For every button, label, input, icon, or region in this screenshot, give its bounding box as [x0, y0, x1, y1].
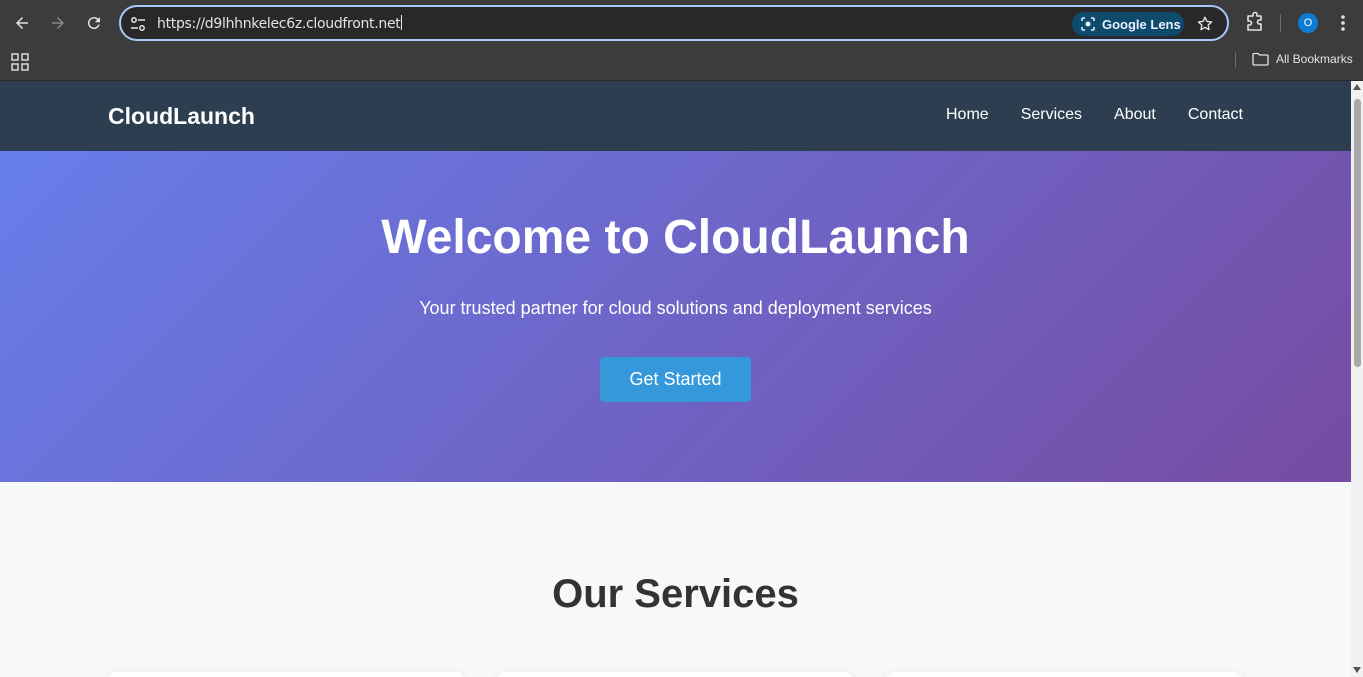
hero-subtitle: Your trusted partner for cloud solutions… — [419, 298, 932, 318]
reload-button[interactable] — [79, 8, 109, 38]
back-button[interactable] — [7, 8, 37, 38]
browser-menu-button[interactable] — [1333, 13, 1353, 33]
arrow-left-icon — [16, 17, 28, 29]
all-bookmarks-button[interactable]: All Bookmarks — [1252, 52, 1353, 66]
service-card — [886, 672, 1242, 677]
nav-link-services[interactable]: Services — [1021, 106, 1082, 124]
all-bookmarks-label: All Bookmarks — [1276, 52, 1353, 66]
site-logo[interactable]: CloudLaunch — [108, 103, 255, 130]
scroll-up-arrow[interactable] — [1353, 84, 1361, 90]
browser-toolbar: https://d9lhhnkelec6z.cloudfront.net Goo… — [0, 0, 1363, 46]
page-scrollbar[interactable] — [1351, 81, 1363, 677]
bookmark-star-button[interactable] — [1194, 13, 1216, 35]
hero-section: Welcome to CloudLaunch Your trusted part… — [0, 151, 1351, 482]
profile-avatar[interactable]: O — [1298, 13, 1318, 33]
lens-label: Google Lens — [1102, 16, 1181, 32]
arrow-right-icon — [52, 17, 64, 29]
page-viewport: CloudLaunch Home Services About Contact … — [0, 81, 1351, 677]
reload-icon — [87, 17, 100, 30]
bookmarks-divider — [1235, 52, 1236, 68]
nav-link-home[interactable]: Home — [946, 106, 989, 124]
toolbar-divider — [1280, 14, 1281, 32]
extensions-icon[interactable] — [1243, 11, 1267, 35]
site-nav: Home Services About Contact — [946, 106, 1243, 124]
get-started-button[interactable]: Get Started — [600, 357, 751, 402]
folder-icon — [1252, 52, 1269, 66]
google-lens-button[interactable]: Google Lens — [1072, 12, 1184, 36]
bookmarks-bar: All Bookmarks — [0, 46, 1363, 81]
service-card — [497, 672, 853, 677]
services-section: Our Services — [0, 482, 1351, 677]
lens-icon — [1081, 17, 1095, 31]
more-vertical-icon — [1341, 15, 1345, 31]
url-text[interactable]: https://d9lhhnkelec6z.cloudfront.net — [157, 15, 403, 32]
site-header: CloudLaunch Home Services About Contact — [0, 81, 1351, 151]
site-info-icon[interactable] — [129, 15, 147, 33]
apps-grid-icon[interactable] — [11, 53, 29, 71]
address-bar[interactable]: https://d9lhhnkelec6z.cloudfront.net Goo… — [119, 5, 1229, 41]
services-heading: Our Services — [552, 572, 799, 616]
scroll-thumb[interactable] — [1354, 99, 1361, 367]
forward-button[interactable] — [43, 8, 73, 38]
nav-link-about[interactable]: About — [1114, 106, 1156, 124]
scroll-down-arrow[interactable] — [1353, 667, 1361, 673]
service-card — [108, 672, 464, 677]
star-icon — [1197, 16, 1213, 31]
hero-title: Welcome to CloudLaunch — [381, 211, 970, 264]
nav-link-contact[interactable]: Contact — [1188, 106, 1243, 124]
